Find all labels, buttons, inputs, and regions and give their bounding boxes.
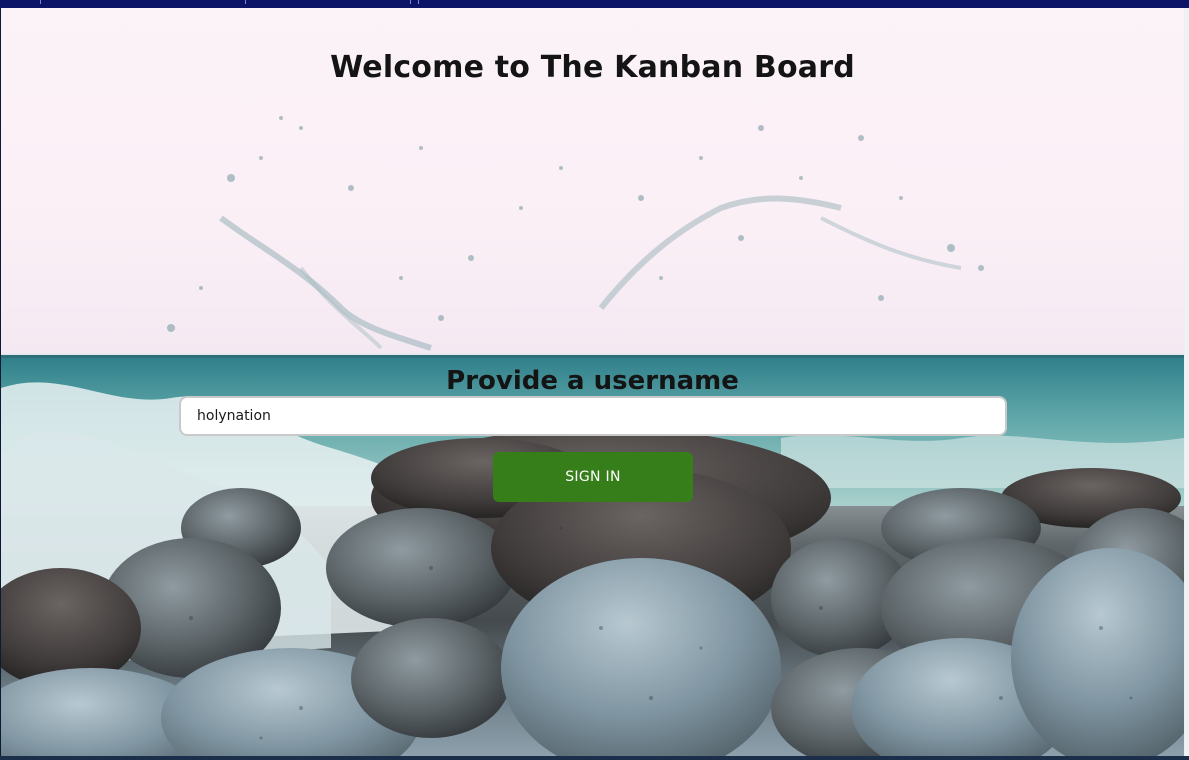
page-title: Welcome to The Kanban Board	[330, 50, 855, 86]
username-heading: Provide a username	[446, 365, 739, 396]
strip-tick	[40, 0, 41, 4]
bottom-window-strip	[0, 756, 1189, 760]
username-input[interactable]	[179, 396, 1007, 436]
right-window-edge	[1184, 8, 1189, 760]
app-window: Welcome to The Kanban Board Provide a us…	[1, 8, 1184, 756]
top-window-strip	[0, 0, 1189, 8]
strip-tick	[410, 0, 411, 4]
sign-in-button[interactable]: SIGN IN	[493, 452, 693, 502]
strip-tick	[418, 0, 419, 4]
strip-tick	[245, 0, 246, 4]
